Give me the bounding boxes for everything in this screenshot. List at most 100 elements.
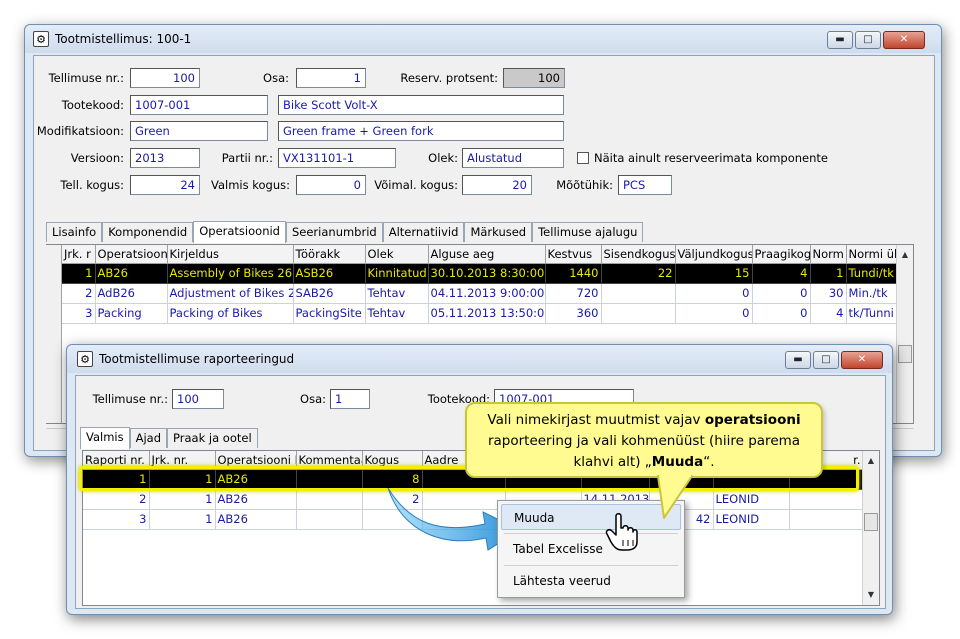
main-window-titlebar[interactable]: ⚙ Tootmistellimus: 100-1 ▬ □ ✕	[25, 25, 941, 53]
order-no-label: Tellimuse nr.:	[48, 71, 124, 85]
product-name-field[interactable]: Bike Scott Volt-X	[278, 95, 564, 115]
modification-desc-field[interactable]: Green frame + Green fork	[278, 121, 564, 141]
maximize-button[interactable]: □	[855, 31, 881, 49]
menu-item-lahtesta-veerud[interactable]: Lähtesta veerud	[501, 568, 681, 594]
scroll-up-arrow-icon[interactable]: ▲	[863, 453, 879, 469]
table-cell: AB26	[215, 489, 297, 510]
callout-text-1: Vali nimekirjast muutmist vajav	[487, 412, 705, 428]
tab-tellimuse-ajalugu[interactable]: Tellimuse ajalugu	[532, 222, 644, 242]
column-header[interactable]: Töörakk	[293, 245, 366, 264]
scroll-thumb[interactable]	[864, 513, 878, 531]
table-cell: AB26	[215, 509, 297, 530]
table-cell: 15	[675, 263, 753, 284]
column-header[interactable]: Sisendkogus	[601, 245, 676, 264]
table-cell: 720	[545, 283, 602, 304]
close-button[interactable]: ✕	[883, 31, 925, 49]
table-cell: 1	[149, 509, 216, 530]
modification-label: Modifikatsioon:	[36, 124, 124, 138]
column-header[interactable]: Väljundkogus	[675, 245, 753, 264]
table-row[interactable]: 2 AdB26 Adjustment of Bikes 26 SAB26 Tehtav 0…	[62, 283, 899, 304]
tab-ajad[interactable]: Ajad	[129, 428, 168, 448]
report-part-field[interactable]: 1	[330, 389, 370, 409]
batch-label: Partii nr.:	[221, 151, 273, 165]
show-unreserved-label: Näita ainult reserveerimata komponente	[594, 151, 828, 165]
report-window-title: Tootmistellimuse raporteeringud	[99, 352, 295, 366]
scroll-up-arrow-icon[interactable]: ▲	[897, 247, 913, 263]
done-qty-field: 0	[296, 175, 366, 195]
table-cell: tk/Tunni	[846, 303, 899, 324]
scroll-down-arrow-icon[interactable]: ▼	[863, 587, 879, 603]
show-unreserved-checkbox[interactable]	[577, 152, 589, 164]
version-field[interactable]: 2013	[130, 148, 200, 168]
minimize-button[interactable]: ▬	[785, 351, 811, 369]
column-header[interactable]: Jrk. r	[62, 245, 96, 264]
table-cell: 0	[752, 283, 811, 304]
part-field[interactable]: 1	[296, 68, 366, 88]
table-row[interactable]: 1 AB26 Assembly of Bikes 26 in ASB26 Kinnita…	[62, 263, 899, 284]
report-order-no-field[interactable]: 100	[172, 389, 224, 409]
report-tabs: Valmis Ajad Praak ja ootel	[80, 426, 258, 449]
callout-tail-icon	[657, 474, 693, 519]
order-no-field[interactable]: 100	[130, 68, 200, 88]
column-header[interactable]: Norm	[810, 245, 847, 264]
minimize-button[interactable]: ▬	[827, 31, 853, 49]
tab-seerianumbrid[interactable]: Seerianumbrid	[285, 222, 383, 242]
column-header[interactable]: Alguse aeg	[428, 245, 546, 264]
table-cell: 2	[62, 283, 96, 304]
gear-app-icon: ⚙	[33, 31, 49, 47]
table-cell	[789, 509, 864, 530]
batch-field[interactable]: VX131101-1	[278, 148, 396, 168]
operations-scrollbar[interactable]: ▲	[896, 245, 913, 423]
report-part-label: Osa:	[300, 392, 326, 406]
tab-valmis[interactable]: Valmis	[80, 427, 130, 449]
table-cell: 05.11.2013 13:50:00	[428, 303, 546, 324]
tab-operatsioonid[interactable]: Operatsioonid	[193, 221, 286, 243]
menu-separator	[504, 565, 678, 566]
part-label: Osa:	[263, 71, 289, 85]
table-cell: 30.10.2013 8:30:00	[428, 263, 546, 284]
table-cell: Packing	[95, 303, 168, 324]
hand-cursor-icon	[605, 513, 638, 551]
table-row[interactable]: 3 Packing Packing of Bikes PackingSite Tehta…	[62, 303, 899, 324]
column-header[interactable]: Normi üh	[846, 245, 899, 264]
table-cell: 360	[545, 303, 602, 324]
product-code-field[interactable]: 1007-001	[130, 95, 268, 115]
reserve-percent-label: Reserv. protsent:	[400, 71, 498, 85]
column-header[interactable]: Praagikog	[752, 245, 811, 264]
tab-alternatiivid[interactable]: Alternatiivid	[382, 222, 465, 242]
order-qty-field[interactable]: 24	[130, 175, 200, 195]
tab-komponendid[interactable]: Komponendid	[102, 222, 194, 242]
column-header[interactable]: Olek	[365, 245, 429, 264]
close-button[interactable]: ✕	[841, 351, 883, 369]
table-cell: 30	[810, 283, 847, 304]
table-cell: LEONID	[713, 489, 790, 510]
main-window-title: Tootmistellimus: 100-1	[55, 32, 192, 46]
table-cell: Tehtav	[365, 303, 429, 324]
menu-separator	[504, 533, 678, 534]
table-cell: Min./tk	[846, 283, 899, 304]
tab-praak-ja-ootel[interactable]: Praak ja ootel	[167, 428, 258, 448]
modification-field[interactable]: Green	[130, 121, 268, 141]
table-cell: 1440	[545, 263, 602, 284]
table-cell: PackingSite	[293, 303, 366, 324]
maximize-button[interactable]: □	[813, 351, 839, 369]
column-header[interactable]: Kestvus	[545, 245, 602, 264]
reports-scrollbar[interactable]: ▲ ▼	[862, 451, 879, 605]
tab-lisainfo[interactable]: Lisainfo	[46, 222, 103, 242]
table-cell: AdB26	[95, 283, 168, 304]
table-cell	[296, 509, 363, 530]
callout-bold-1: operatsiooni	[704, 412, 801, 428]
instruction-callout: Vali nimekirjast muutmist vajav operatsi…	[465, 402, 823, 478]
unit-field[interactable]: PCS	[618, 175, 672, 195]
unit-label: Mõõtühik:	[556, 178, 613, 192]
table-cell	[601, 283, 676, 304]
menu-item-tabel-excelisse[interactable]: Tabel Excelisse	[501, 536, 681, 562]
scroll-thumb[interactable]	[898, 345, 912, 363]
column-header[interactable]: Kirjeldus	[167, 245, 294, 264]
report-window-titlebar[interactable]: ⚙ Tootmistellimuse raporteeringud ▬ □ ✕	[67, 345, 892, 373]
table-cell: Tehtav	[365, 283, 429, 304]
table-cell: ASB26	[293, 263, 366, 284]
column-header[interactable]: Operatsiooni	[95, 245, 168, 264]
table-cell: 1	[62, 263, 96, 284]
tab-markused[interactable]: Märkused	[464, 222, 533, 242]
